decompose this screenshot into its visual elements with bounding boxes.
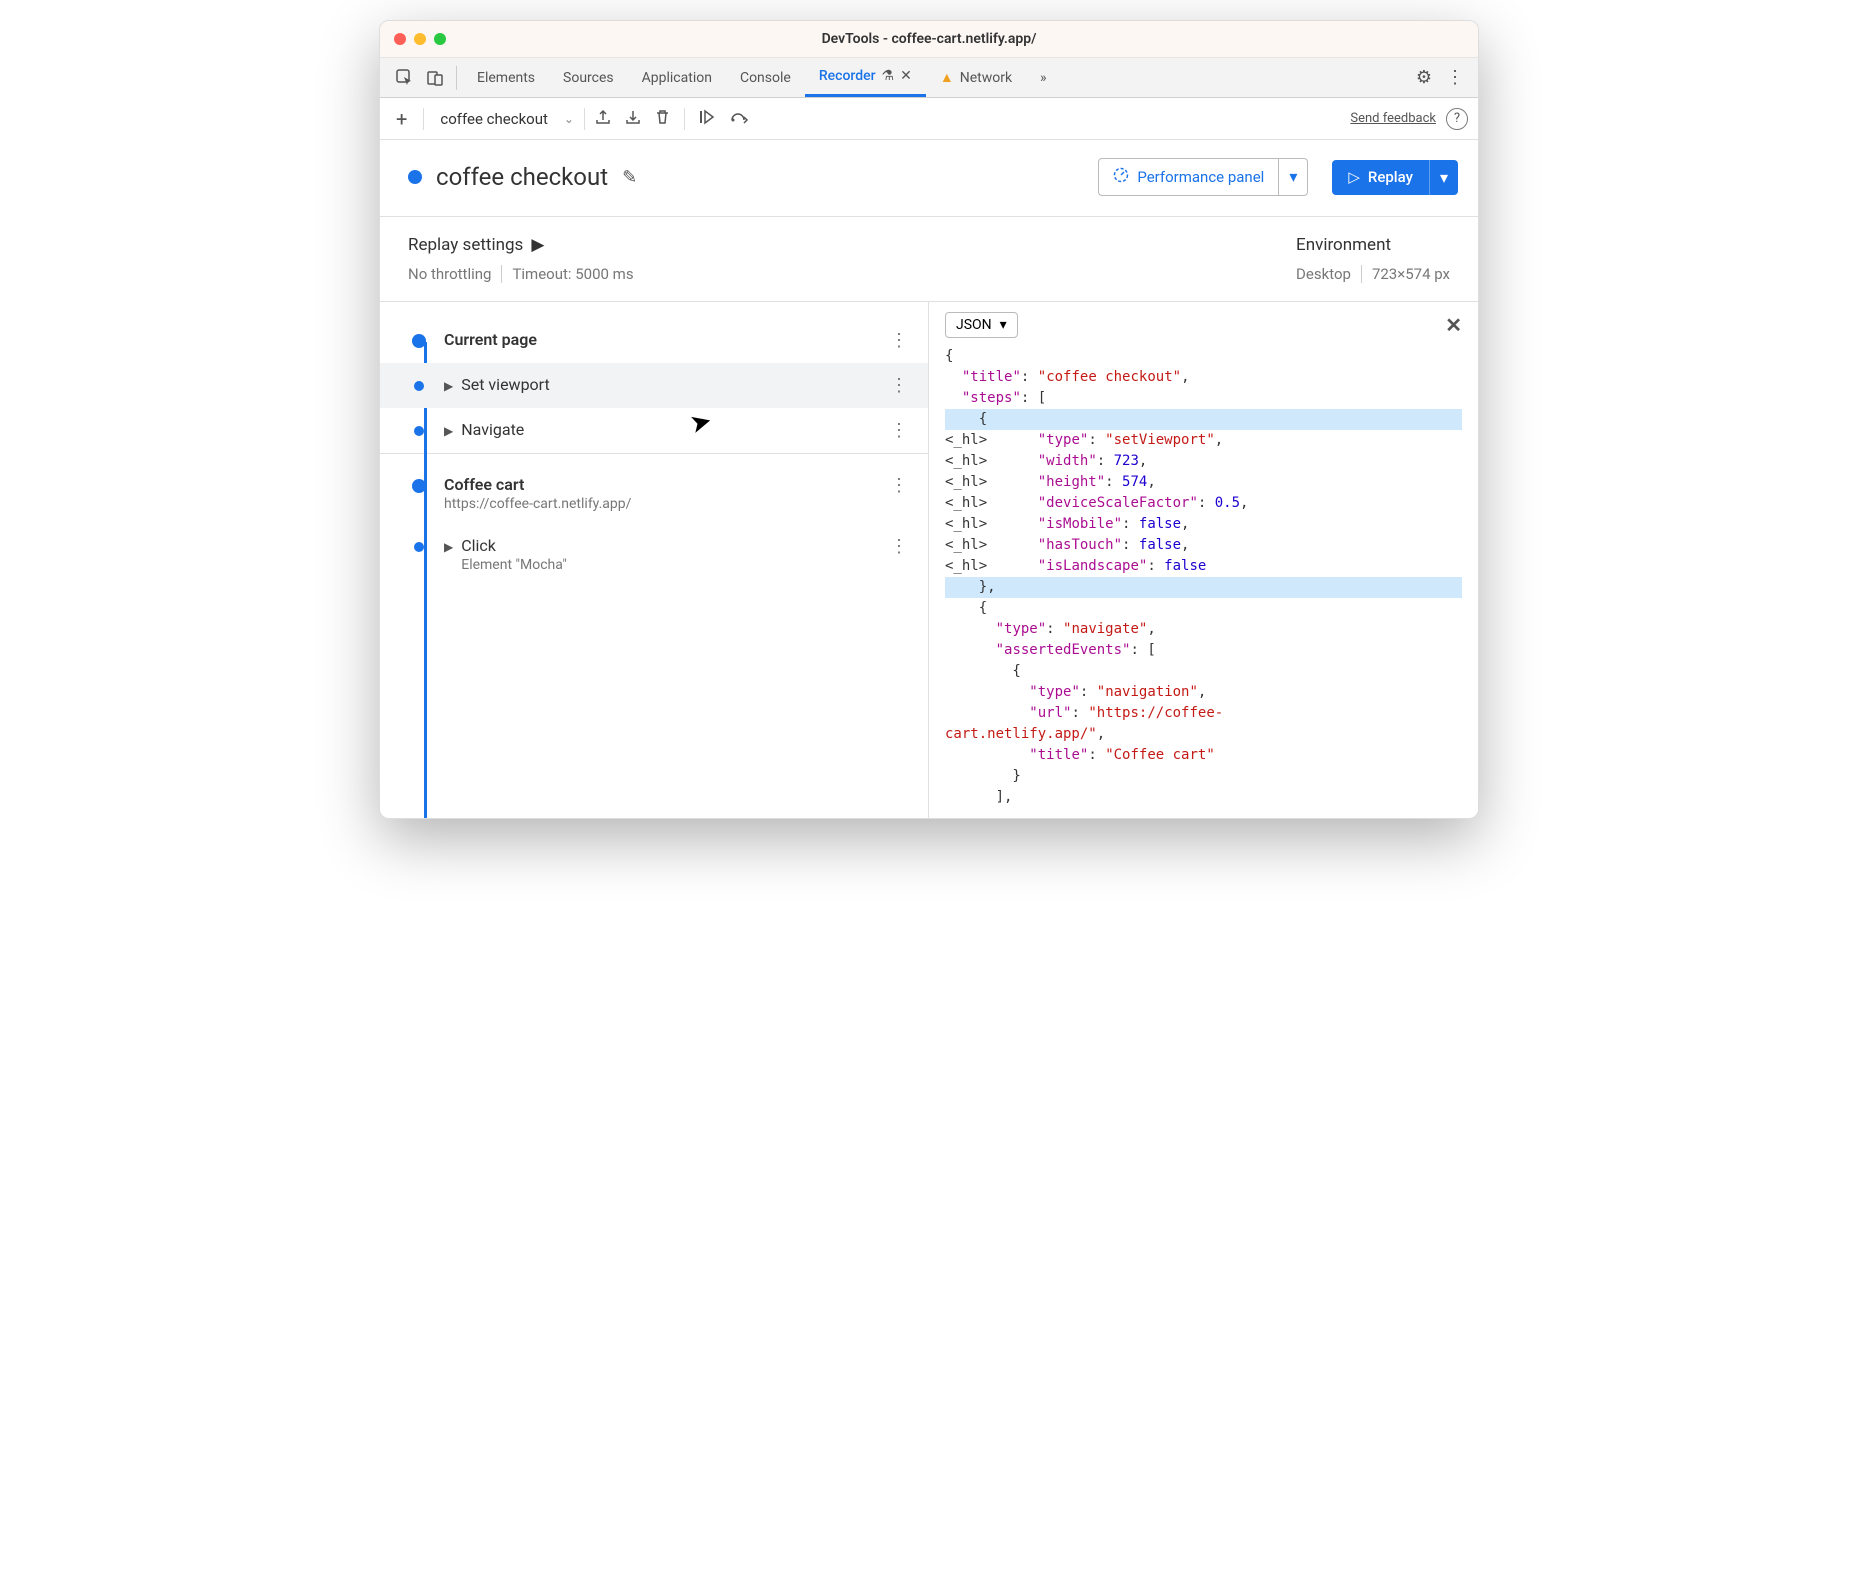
timeout-value: Timeout: 5000 ms xyxy=(512,265,633,283)
recording-header: coffee checkout ✎ Performance panel ▾ ▷ … xyxy=(380,140,1478,217)
step-menu-icon[interactable]: ⋮ xyxy=(882,475,916,496)
recording-title: coffee checkout xyxy=(436,163,608,191)
step-menu-icon[interactable]: ⋮ xyxy=(882,375,916,396)
kebab-menu-icon[interactable]: ⋮ xyxy=(1446,67,1464,88)
step-menu-icon[interactable]: ⋮ xyxy=(882,330,916,351)
recorder-toolbar: + coffee checkout ⌄ Send feedback ? xyxy=(380,98,1478,140)
devtools-tabbar: Elements Sources Application Console Rec… xyxy=(380,58,1478,98)
code-column: JSON ▾ ✕ { "title": "coffee checkout", "… xyxy=(929,302,1478,818)
tab-overflow[interactable]: » xyxy=(1026,58,1061,97)
maximize-window-icon[interactable] xyxy=(434,33,446,45)
format-selector[interactable]: JSON ▾ xyxy=(945,312,1018,338)
chevron-right-icon: ▶ xyxy=(444,424,453,438)
send-feedback-link[interactable]: Send feedback xyxy=(1350,111,1436,126)
replay-dropdown[interactable]: ▾ xyxy=(1429,160,1458,195)
add-recording-button[interactable]: + xyxy=(390,107,413,131)
gauge-icon xyxy=(1113,167,1129,187)
chevron-down-icon[interactable]: ⌄ xyxy=(564,112,574,126)
close-code-icon[interactable]: ✕ xyxy=(1445,313,1462,337)
step-menu-icon[interactable]: ⋮ xyxy=(882,420,916,441)
warning-icon: ▲ xyxy=(940,69,954,86)
titlebar: DevTools - coffee-cart.netlify.app/ xyxy=(380,21,1478,58)
main-content: Current page ⋮ ▶ Set viewport ⋮ ▶ Naviga… xyxy=(380,302,1478,818)
steps-column: Current page ⋮ ▶ Set viewport ⋮ ▶ Naviga… xyxy=(380,302,929,818)
recording-selector[interactable]: coffee checkout xyxy=(434,110,554,128)
code-view[interactable]: { "title": "coffee checkout", "steps": [… xyxy=(945,346,1462,808)
settings-row: Replay settings ▶ No throttling Timeout:… xyxy=(380,217,1478,302)
device-toolbar-icon[interactable] xyxy=(420,70,450,86)
step-current-page[interactable]: Current page ⋮ xyxy=(380,318,928,363)
chevron-down-icon: ▾ xyxy=(1000,317,1007,333)
inspect-icon[interactable] xyxy=(390,69,420,87)
tab-sources[interactable]: Sources xyxy=(549,58,628,97)
devtools-window: DevTools - coffee-cart.netlify.app/ Elem… xyxy=(379,20,1479,819)
chevron-right-icon: ▶ xyxy=(444,540,453,554)
import-icon[interactable] xyxy=(625,109,641,129)
tab-application[interactable]: Application xyxy=(628,58,726,97)
performance-panel-button[interactable]: Performance panel xyxy=(1098,158,1279,196)
traffic-lights xyxy=(394,33,446,45)
help-icon[interactable]: ? xyxy=(1446,108,1468,130)
step-coffee-cart[interactable]: Coffee cart https://coffee-cart.netlify.… xyxy=(380,463,928,524)
replay-settings-toggle[interactable]: Replay settings ▶ xyxy=(408,235,1296,255)
step-menu-icon[interactable]: ⋮ xyxy=(882,536,916,557)
step-click[interactable]: ▶ Click Element "Mocha" ⋮ xyxy=(380,524,928,585)
tab-network[interactable]: ▲ Network xyxy=(926,58,1026,97)
delete-icon[interactable] xyxy=(655,109,670,129)
window-title: DevTools - coffee-cart.netlify.app/ xyxy=(394,31,1464,47)
performance-dropdown[interactable]: ▾ xyxy=(1279,158,1308,196)
minimize-window-icon[interactable] xyxy=(414,33,426,45)
chevron-right-icon: ▶ xyxy=(444,379,453,393)
viewport-value: 723×574 px xyxy=(1372,265,1450,283)
step-set-viewport[interactable]: ▶ Set viewport ⋮ xyxy=(380,363,928,408)
recording-status-dot xyxy=(408,170,422,184)
play-icon: ▷ xyxy=(1348,168,1360,186)
continue-icon[interactable] xyxy=(731,109,749,128)
tab-elements[interactable]: Elements xyxy=(463,58,549,97)
edit-title-icon[interactable]: ✎ xyxy=(622,167,637,188)
settings-gear-icon[interactable]: ⚙ xyxy=(1416,67,1432,88)
device-value: Desktop xyxy=(1296,265,1351,283)
environment-label: Environment xyxy=(1296,235,1450,255)
tab-recorder[interactable]: Recorder ⚗ ✕ xyxy=(805,58,926,97)
export-icon[interactable] xyxy=(595,109,611,129)
throttling-value: No throttling xyxy=(408,265,491,283)
step-navigate[interactable]: ▶ Navigate ⋮ xyxy=(380,408,928,453)
replay-button[interactable]: ▷ Replay xyxy=(1332,160,1429,195)
close-window-icon[interactable] xyxy=(394,33,406,45)
tab-console[interactable]: Console xyxy=(726,58,805,97)
close-tab-icon[interactable]: ✕ xyxy=(900,68,912,84)
chevron-right-icon: ▶ xyxy=(531,235,544,255)
step-icon[interactable] xyxy=(699,109,717,129)
flask-icon: ⚗ xyxy=(882,68,895,84)
